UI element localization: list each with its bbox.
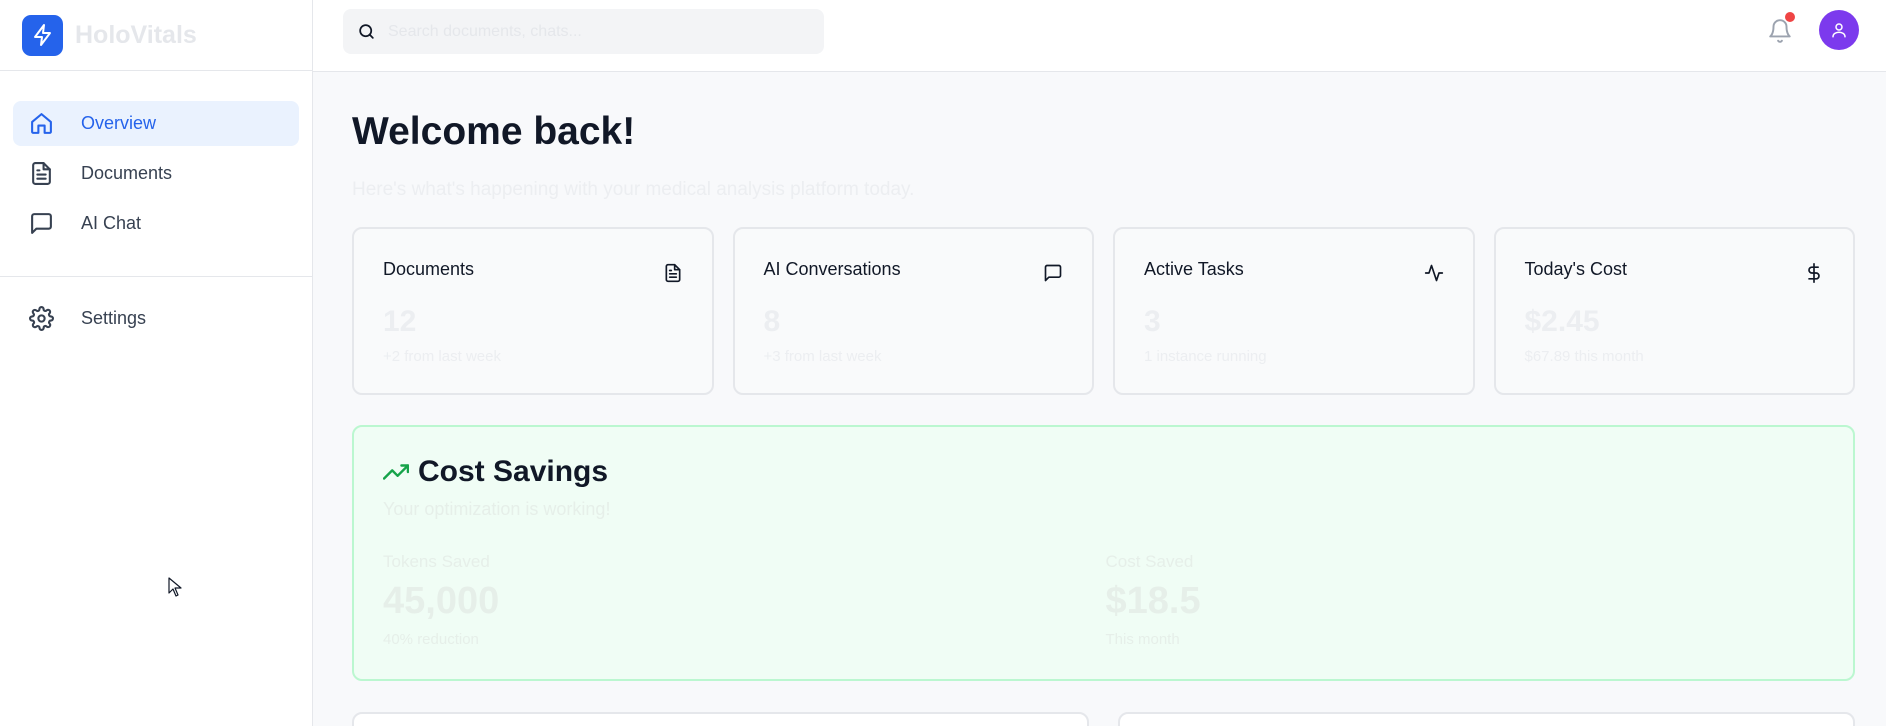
stats-grid: Documents 12 +2 from last week AI Conver… [352,227,1855,395]
search-icon [359,24,374,39]
stat-card-documents[interactable]: Documents 12 +2 from last week [352,227,714,395]
stat-value: 3 [1144,305,1161,338]
metric-value: $18.5 [1105,580,1201,622]
app-name: HoloVitals [75,20,197,49]
metric-label: Cost Saved [1105,552,1194,571]
metric-label: Tokens Saved [383,552,490,571]
document-icon [32,162,51,185]
sidebar-item-label: Settings [81,308,147,328]
stat-title: Today's Cost [1524,259,1627,279]
sidebar-item-ai-chat[interactable]: AI Chat [13,201,299,246]
stat-note: $67.89 this month [1524,348,1644,365]
chat-icon [31,213,52,234]
metric-value: 45,000 [383,580,500,622]
sidebar-item-overview[interactable]: Overview [13,101,299,146]
sidebar-item-label: AI Chat [81,213,142,233]
document-icon [665,263,680,283]
activity-icon [1424,264,1443,282]
cost-savings-subtitle: Your optimization is working! [383,499,611,519]
stat-note: +2 from last week [383,348,501,365]
sidebar-item-label: Documents [81,163,173,183]
metric-tokens-saved: Tokens Saved 45,000 40% reduction [383,552,1106,648]
search-input[interactable] [388,22,808,41]
stat-title: Active Tasks [1144,259,1244,279]
cost-savings-title: Cost Savings [418,455,609,488]
stat-note: +3 from last week [763,348,882,365]
notification-dot [1785,12,1795,22]
top-header [313,0,1886,72]
main-content: Welcome back! Here's what's happening wi… [352,72,1855,726]
bottom-card-left [352,712,1089,726]
stat-note: 1 instance running [1144,348,1267,365]
notifications-button[interactable] [1763,12,1797,48]
lightning-icon [22,14,63,56]
stat-title: AI Conversations [763,259,901,279]
sidebar-divider [0,276,312,277]
stat-card-ai-conversations[interactable]: AI Conversations 8 +3 from last week [732,227,1094,395]
stat-title: Documents [383,259,475,279]
metric-note: This month [1105,631,1180,648]
user-avatar-button[interactable] [1819,10,1859,50]
savings-metrics: Tokens Saved 45,000 40% reduction Cost S… [383,552,1828,648]
mouse-cursor-icon [168,577,182,597]
stat-value: 12 [383,305,417,338]
stat-card-active-tasks[interactable]: Active Tasks 3 1 instance running [1113,227,1475,395]
home-icon [31,113,52,134]
metric-cost-saved: Cost Saved $18.5 This month [1106,552,1829,648]
search-bar[interactable] [343,9,824,54]
sidebar-item-settings[interactable]: Settings [13,296,291,341]
bottom-card-right [1118,712,1855,726]
brand[interactable]: HoloVitals [0,0,312,71]
gear-icon [29,306,54,331]
page-title: Welcome back! [352,110,636,153]
sidebar-item-documents[interactable]: Documents [13,151,299,196]
sidebar: HoloVitals Overview Documents AI Chat Se… [0,0,313,726]
user-icon [1832,23,1846,38]
trending-up-icon [383,464,409,480]
cost-savings-header: Cost Savings [383,455,1824,489]
sidebar-secondary-nav: Settings [13,296,291,346]
chat-icon [1044,264,1062,282]
cost-savings-card: Cost Savings Your optimization is workin… [352,425,1855,681]
dollar-icon [1808,263,1820,283]
metric-note: 40% reduction [383,631,479,648]
page-subtitle: Here's what's happening with your medica… [352,179,915,200]
stat-value: $2.45 [1524,305,1600,338]
sidebar-item-label: Overview [81,113,157,133]
stat-value: 8 [763,305,781,338]
stat-card-todays-cost[interactable]: Today's Cost $2.45 $67.89 this month [1493,227,1855,395]
sidebar-nav: Overview Documents AI Chat [0,71,312,246]
